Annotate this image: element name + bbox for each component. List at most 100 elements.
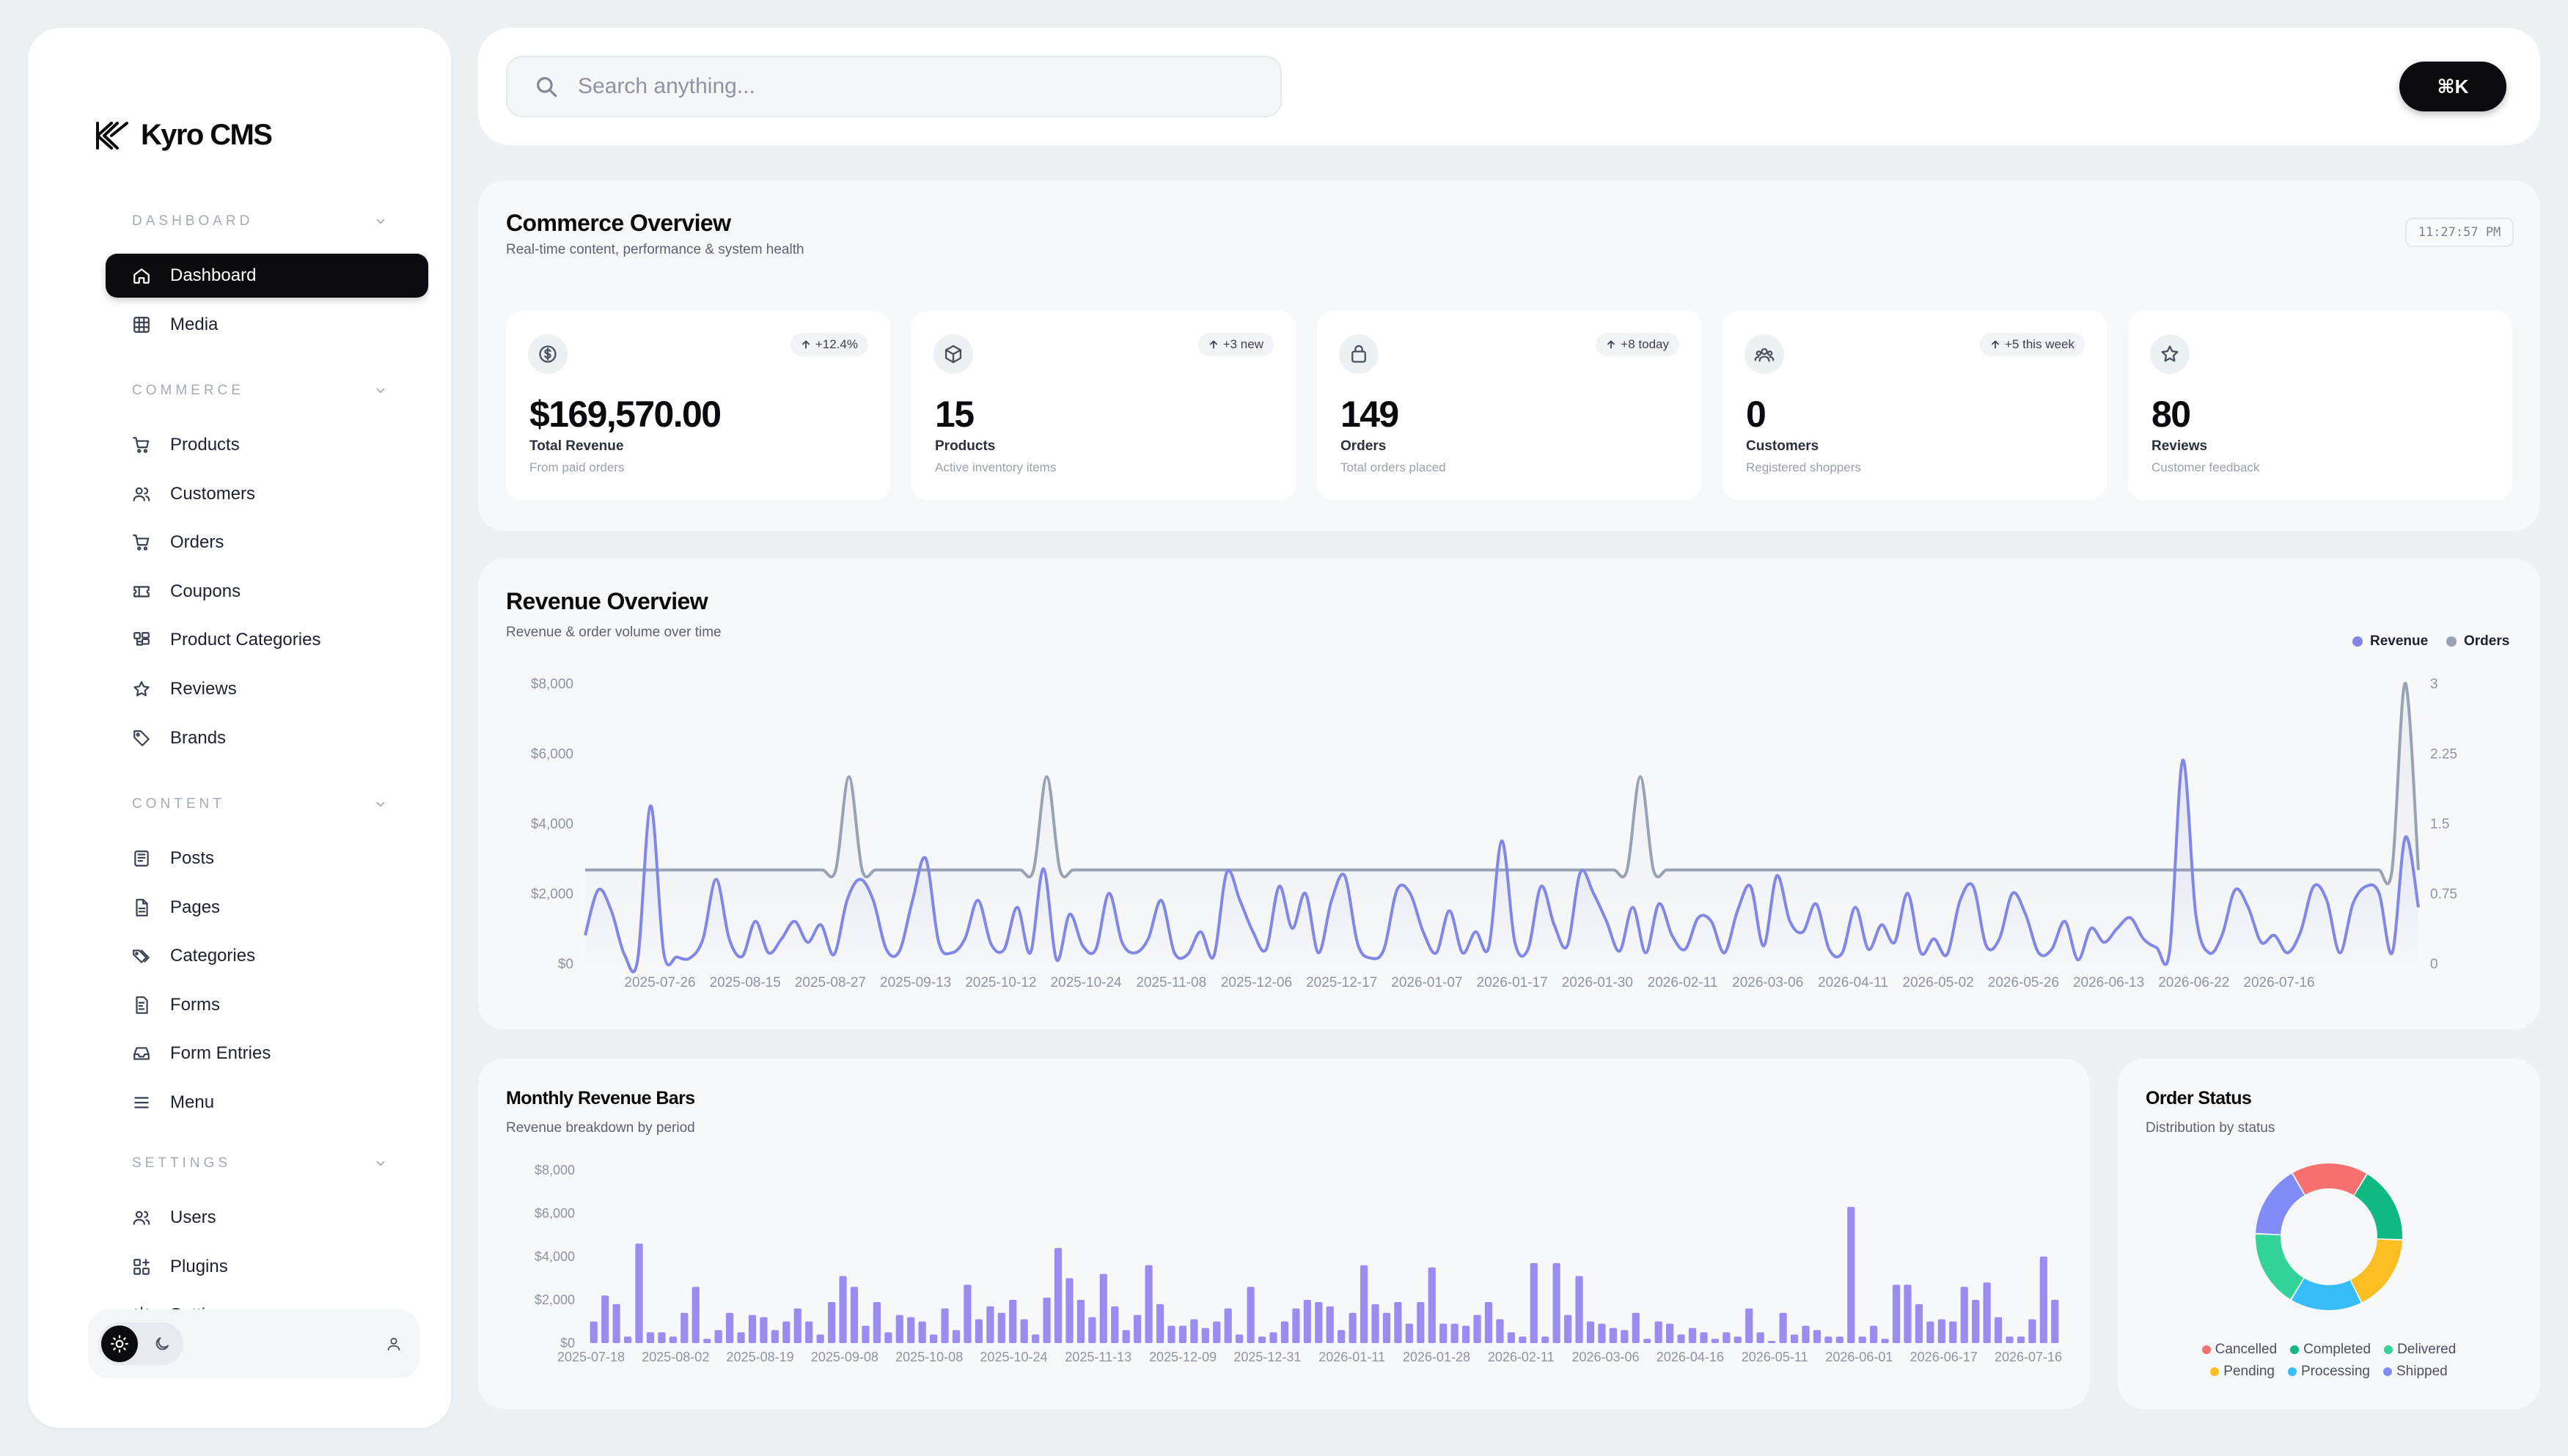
bar xyxy=(1552,1262,1560,1343)
overview-title: Commerce Overview xyxy=(506,210,731,236)
stat-description: From paid orders xyxy=(529,460,625,474)
bar xyxy=(964,1284,972,1343)
legend-item-completed[interactable]: Completed xyxy=(2290,1342,2371,1358)
bar xyxy=(646,1332,655,1343)
bar xyxy=(1236,1334,1244,1343)
sidebar-item-customers[interactable]: Customers xyxy=(106,472,428,516)
bar xyxy=(1915,1304,1923,1343)
sidebar-item-form-entries[interactable]: Form Entries xyxy=(106,1032,428,1076)
x-tick-label: 2025-09-08 xyxy=(811,1350,878,1364)
sidebar-item-forms[interactable]: Forms xyxy=(106,983,428,1027)
monthly-bar-chart: $8,000 $6,000 $4,000 $2,000 $02025-07-18 2025… xyxy=(535,1163,2062,1364)
stat-card-reviews[interactable]: 80 Reviews Customer feedback xyxy=(2128,311,2512,500)
x-tick-label: 2026-06-17 xyxy=(1910,1350,1978,1364)
bar xyxy=(1847,1207,1855,1343)
x-tick-label: 2026-03-06 xyxy=(1732,975,1803,990)
donut-slice-cancelled xyxy=(2292,1163,2366,1196)
legend-swatch xyxy=(2383,1367,2392,1376)
sidebar-item-coupons[interactable]: Coupons xyxy=(106,570,428,614)
command-palette-button[interactable]: ⌘K xyxy=(2399,62,2506,111)
theme-toggle[interactable] xyxy=(98,1323,183,1365)
user-profile-button[interactable] xyxy=(378,1328,409,1359)
y-tick-label: $6,000 xyxy=(531,747,573,762)
donut-slice-shipped xyxy=(2256,1173,2305,1235)
plugin-icon xyxy=(133,1258,150,1275)
stat-icon xyxy=(2150,334,2190,374)
sidebar-item-pages[interactable]: Pages xyxy=(106,886,428,930)
bar xyxy=(862,1326,870,1343)
stat-icon xyxy=(1745,334,1784,374)
bar xyxy=(1088,1317,1096,1343)
sidebar-item-label: Forms xyxy=(170,994,220,1015)
bar xyxy=(1439,1323,1448,1343)
bar xyxy=(1349,1312,1357,1343)
legend-item-processing[interactable]: Processing xyxy=(2288,1364,2370,1380)
bar xyxy=(1563,1315,1572,1343)
bar xyxy=(805,1321,813,1343)
sidebar-item-users[interactable]: Users xyxy=(106,1196,428,1240)
sidebar-item-products[interactable]: Products xyxy=(106,423,428,467)
bar xyxy=(1734,1336,1742,1343)
legend-item-shipped[interactable]: Shipped xyxy=(2383,1364,2448,1380)
bar xyxy=(1779,1312,1787,1343)
bar xyxy=(1167,1326,1175,1343)
inbox-icon xyxy=(133,1047,150,1061)
bar xyxy=(782,1321,790,1343)
sidebar-item-brands[interactable]: Brands xyxy=(106,716,428,760)
sidebar-item-label: Categories xyxy=(170,946,256,966)
x-tick-label: 2026-05-02 xyxy=(1903,975,1974,990)
bar xyxy=(952,1330,961,1343)
brand[interactable]: Kyro CMS xyxy=(95,119,273,152)
stat-icon xyxy=(528,334,568,374)
stat-card-customers[interactable]: +5 this week 0 Customers Registered shop… xyxy=(1723,311,2107,500)
legend-item-cancelled[interactable]: Cancelled xyxy=(2201,1342,2277,1358)
search-box[interactable] xyxy=(506,56,1282,117)
bar xyxy=(1450,1323,1459,1343)
sidebar-item-label: Media xyxy=(170,314,219,334)
sidebar-item-posts[interactable]: Posts xyxy=(106,837,428,880)
stat-description: Total orders placed xyxy=(1340,460,1446,474)
stat-card-orders[interactable]: +8 today 149 Orders Total orders placed xyxy=(1317,311,1701,500)
sidebar-item-dashboard[interactable]: Dashboard xyxy=(106,254,428,298)
section-dashboard[interactable]: DASHBOARD xyxy=(78,207,409,236)
stat-card-products[interactable]: +3 new 15 Products Active inventory item… xyxy=(911,311,1296,500)
dark-mode-button[interactable] xyxy=(144,1326,180,1362)
section-settings[interactable]: SETTINGS xyxy=(78,1149,409,1178)
section-commerce[interactable]: COMMERCE xyxy=(78,376,409,405)
bar xyxy=(680,1312,689,1343)
bar xyxy=(623,1336,632,1343)
sidebar-item-media[interactable]: Media xyxy=(106,303,428,347)
section-label: DASHBOARD xyxy=(132,213,254,229)
legend-item-delivered[interactable]: Delivered xyxy=(2384,1342,2456,1358)
star-icon xyxy=(133,681,150,696)
bar xyxy=(691,1287,700,1343)
trend-badge: +5 this week xyxy=(1980,333,2085,356)
sidebar-item-product-categories[interactable]: Product Categories xyxy=(106,618,428,662)
sidebar-item-orders[interactable]: Orders xyxy=(106,521,428,565)
stat-description: Active inventory items xyxy=(935,460,1057,474)
bar xyxy=(1666,1323,1674,1343)
bar xyxy=(1926,1321,1934,1343)
bar xyxy=(1201,1328,1209,1343)
sidebar-item-categories[interactable]: Categories xyxy=(106,934,428,978)
y-tick-label: $4,000 xyxy=(531,817,573,832)
donut-slice-delivered xyxy=(2256,1234,2304,1299)
file-icon xyxy=(136,898,148,916)
overview-subtitle: Real-time content, performance & system … xyxy=(506,242,804,257)
section-content[interactable]: CONTENT xyxy=(78,790,409,819)
bar xyxy=(1473,1315,1481,1343)
y-tick-label: $8,000 xyxy=(535,1163,575,1177)
light-mode-button[interactable] xyxy=(101,1326,138,1362)
search-input[interactable] xyxy=(578,74,1238,99)
sidebar-item-reviews[interactable]: Reviews xyxy=(106,667,428,711)
bar xyxy=(590,1321,598,1343)
stat-card-total-revenue[interactable]: +12.4% $169,570.00 Total Revenue From pa… xyxy=(506,311,890,500)
bar xyxy=(601,1295,609,1343)
sidebar-item-menu[interactable]: Menu xyxy=(106,1081,428,1125)
top-bar: ⌘K xyxy=(478,28,2540,145)
sidebar-item-plugins[interactable]: Plugins xyxy=(106,1245,428,1289)
bar xyxy=(1020,1319,1028,1343)
bar xyxy=(1394,1301,1402,1343)
legend-item-pending[interactable]: Pending xyxy=(2210,1364,2275,1380)
moon-icon xyxy=(155,1337,169,1350)
